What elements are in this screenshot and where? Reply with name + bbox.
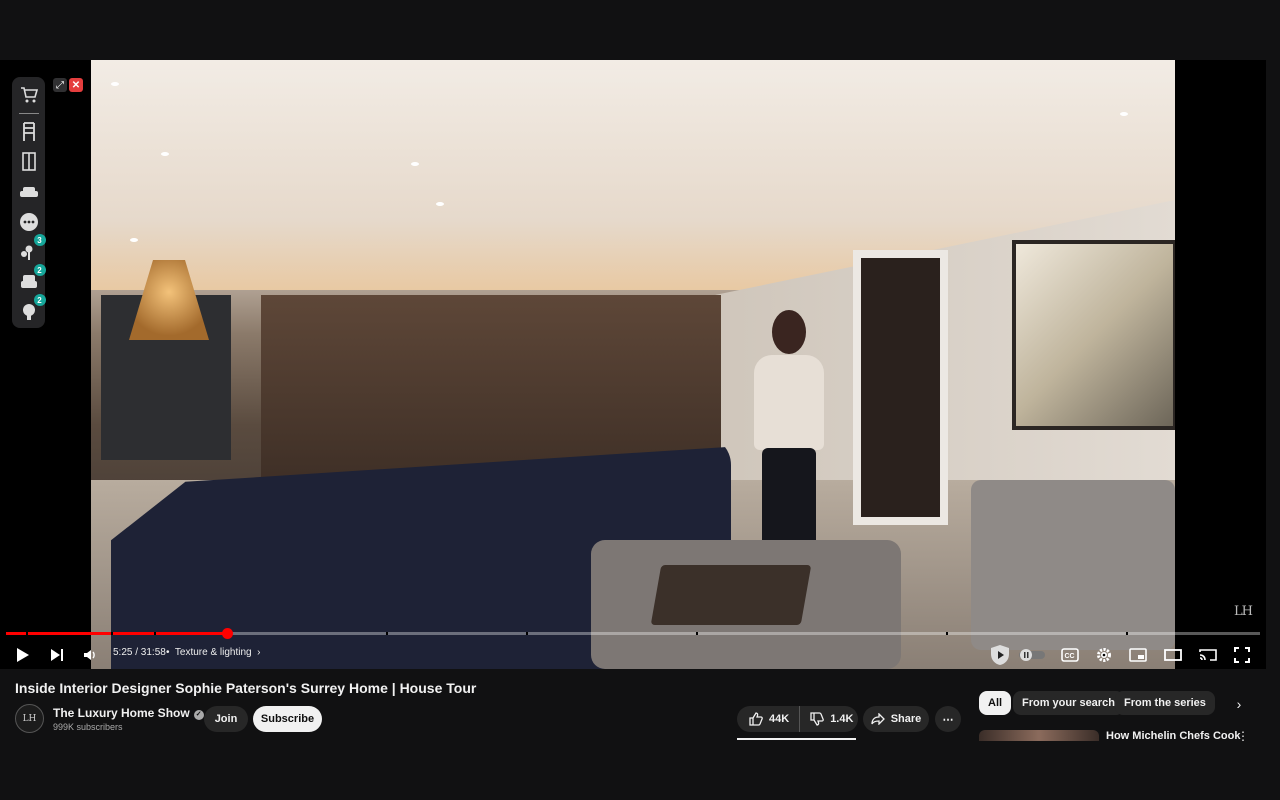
progress-played xyxy=(6,632,227,635)
recommendation-thumbnail[interactable] xyxy=(979,730,1099,741)
scene-downlight xyxy=(436,202,444,206)
video-frame[interactable] xyxy=(91,60,1175,669)
channel-watermark[interactable]: LH xyxy=(1234,604,1253,619)
more-actions-button[interactable]: ⋯ xyxy=(935,706,961,732)
settings-gear-icon[interactable] xyxy=(1094,640,1114,669)
chapter-label: Texture & lighting xyxy=(174,647,252,658)
captions-icon[interactable]: CC xyxy=(1059,640,1081,669)
scene-presenter xyxy=(744,310,834,570)
thumbs-down-icon xyxy=(810,712,825,726)
chair-icon[interactable] xyxy=(17,120,41,144)
channel-avatar[interactable]: LH xyxy=(15,704,44,733)
cast-icon[interactable] xyxy=(1197,640,1219,669)
chevron-right-icon: › xyxy=(254,647,261,658)
lamp-count-badge: 2 xyxy=(33,294,46,306)
extension-window-controls: ⤢ ✕ xyxy=(53,78,83,92)
progress-bar[interactable] xyxy=(6,628,1260,639)
expand-icon[interactable]: ⤢ xyxy=(53,78,67,92)
chapter-title[interactable]: • Texture & lighting › xyxy=(166,647,261,658)
cart-icon[interactable] xyxy=(17,83,41,107)
lamp-icon[interactable]: 2 xyxy=(17,294,46,324)
play-icon[interactable] xyxy=(12,640,34,669)
theater-mode-icon[interactable] xyxy=(1163,640,1183,669)
chip-all[interactable]: All xyxy=(979,691,1012,715)
fullscreen-icon[interactable] xyxy=(1232,640,1252,669)
scene-artwork xyxy=(1012,240,1175,430)
share-arrow-icon xyxy=(871,713,885,725)
chapter-marker xyxy=(386,632,388,635)
shield-play-icon[interactable] xyxy=(988,640,1012,669)
chip-from-the-series[interactable]: From the series xyxy=(1115,691,1215,715)
sofa-icon[interactable] xyxy=(17,180,41,204)
chapter-marker xyxy=(526,632,528,635)
dislike-button[interactable]: 1.4K xyxy=(800,712,863,726)
more-dots-icon[interactable] xyxy=(17,210,41,234)
extension-divider xyxy=(18,113,39,114)
svg-text:CC: CC xyxy=(1065,653,1075,660)
scrubber-handle[interactable] xyxy=(221,628,233,639)
scene-tray xyxy=(650,565,812,625)
scene-downlight xyxy=(111,82,119,86)
miniplayer-icon[interactable] xyxy=(1128,640,1148,669)
like-button[interactable]: 44K xyxy=(737,706,801,732)
armchair-count-badge: 2 xyxy=(33,264,46,276)
scene-downlight xyxy=(161,152,169,156)
armchair-icon[interactable]: 2 xyxy=(17,264,46,294)
scene-downlight xyxy=(411,162,419,166)
chip-from-your-search[interactable]: From your search xyxy=(1013,691,1124,715)
chapter-separator: • xyxy=(166,647,170,658)
dislike-count: 1.4K xyxy=(830,713,854,725)
video-title: Inside Interior Designer Sophie Paterson… xyxy=(15,680,477,696)
top-bar xyxy=(0,0,1280,60)
scene-downlight xyxy=(130,238,138,242)
chapter-marker xyxy=(946,632,948,635)
chapter-marker xyxy=(111,632,113,635)
join-button[interactable]: Join xyxy=(204,706,248,732)
plant-count-badge: 3 xyxy=(33,234,46,246)
next-icon[interactable] xyxy=(46,640,68,669)
video-player[interactable]: LH 3 2 2 ⤢ ✕ 5:25 / 31:58 • Texture & li… xyxy=(0,60,1266,669)
verified-check-icon: ✓ xyxy=(193,710,204,720)
channel-name-text[interactable]: The Luxury Home Show xyxy=(53,706,190,720)
scene-door xyxy=(853,250,948,525)
share-button[interactable]: Share xyxy=(863,706,929,732)
autoplay-toggle[interactable] xyxy=(1019,640,1045,669)
share-label: Share xyxy=(890,713,922,725)
like-count: 44K xyxy=(769,713,790,725)
channel-name[interactable]: The Luxury Home Show ✓ xyxy=(53,706,204,720)
like-dislike-group: 44K 1.4K xyxy=(737,706,858,732)
like-ratio-bar xyxy=(737,738,856,740)
extension-toolbar: 3 2 2 xyxy=(12,77,46,328)
plant-icon[interactable]: 3 xyxy=(17,234,46,264)
scene-downlight xyxy=(1120,112,1128,116)
chapter-marker xyxy=(1126,632,1128,635)
wardrobe-icon[interactable] xyxy=(17,150,41,174)
chapter-marker xyxy=(154,632,156,635)
chapter-marker xyxy=(26,632,28,635)
volume-icon[interactable] xyxy=(80,640,100,669)
scene-armchair xyxy=(971,480,1175,650)
player-controls: 5:25 / 31:58 • Texture & lighting › CC xyxy=(0,640,1266,669)
page-background xyxy=(0,741,1280,800)
subscribe-button[interactable]: Subscribe xyxy=(253,706,322,732)
close-icon[interactable]: ✕ xyxy=(69,78,83,92)
thumbs-up-icon xyxy=(749,712,763,726)
chapter-marker xyxy=(696,632,698,635)
chevron-right-icon[interactable]: › xyxy=(1229,694,1249,714)
time-display: 5:25 / 31:58 xyxy=(113,647,166,658)
subscriber-count: 999K subscribers xyxy=(53,722,123,732)
